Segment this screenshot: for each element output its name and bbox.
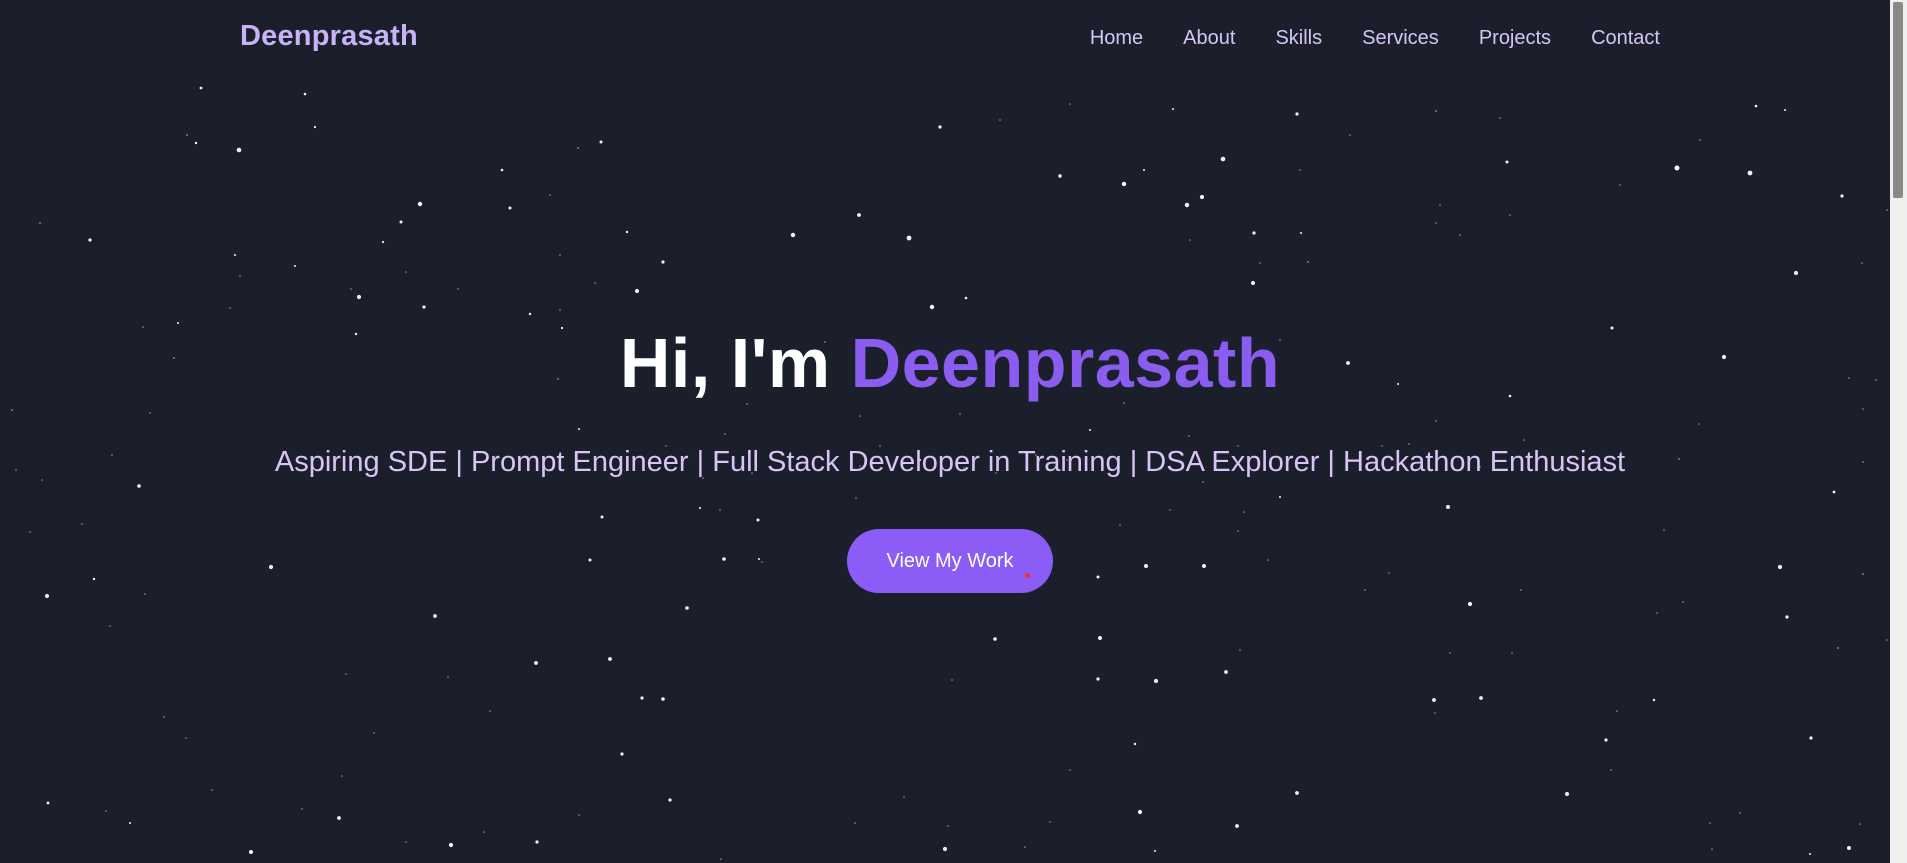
scrollbar[interactable] [1890, 0, 1907, 863]
hero-name: Deenprasath [850, 324, 1281, 402]
hero-section: Hi, I'm Deenprasath Aspiring SDE | Promp… [0, 0, 1900, 863]
view-my-work-button[interactable]: View My Work [847, 529, 1053, 593]
hero-subtitle: Aspiring SDE | Prompt Engineer | Full St… [274, 446, 1626, 478]
scrollbar-thumb[interactable] [1893, 2, 1903, 198]
cursor-indicator [1025, 573, 1030, 578]
hero-title: Hi, I'm Deenprasath [0, 323, 1900, 403]
page: Deenprasath Home About Skills Services P… [0, 0, 1907, 863]
hero-greeting: Hi, I'm [619, 324, 831, 402]
